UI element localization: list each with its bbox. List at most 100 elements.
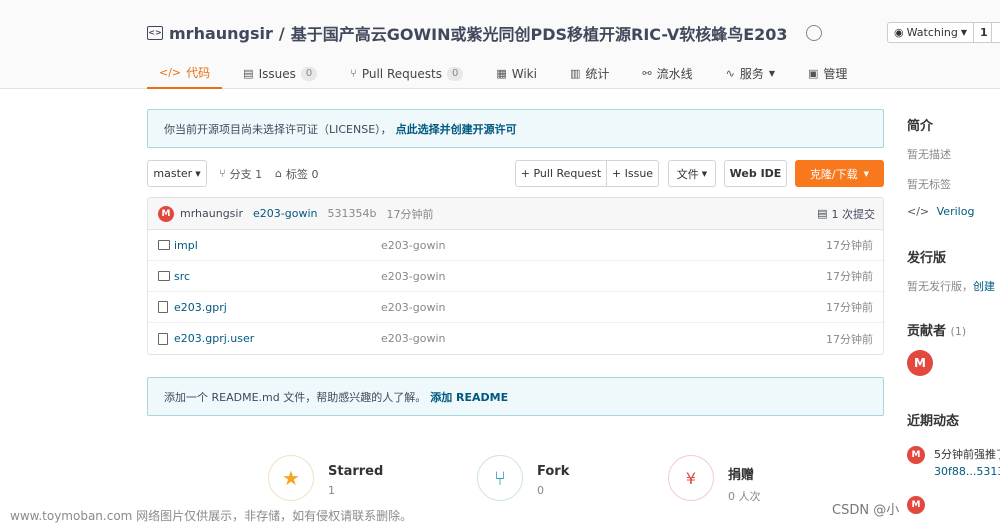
tab-service[interactable]: ∿ 服务 ▼ bbox=[726, 58, 775, 89]
intro-title: 简介 bbox=[907, 119, 934, 134]
chevron-down-icon: ▼ bbox=[768, 69, 775, 78]
file-name[interactable]: e203.gprj bbox=[174, 301, 227, 314]
web-ide-label: Web IDE bbox=[729, 167, 782, 180]
file-time: 17分钟前 bbox=[826, 301, 873, 314]
donate-icon: ¥ bbox=[668, 455, 714, 501]
branch-select[interactable]: master ▼ bbox=[147, 160, 207, 187]
watch-button[interactable]: ◉ Watching ▼ 1 bbox=[887, 22, 995, 43]
tags-link[interactable]: ⌂ 标签 0 bbox=[275, 160, 318, 187]
contributors-label: 贡献者 bbox=[907, 324, 947, 339]
star-button[interactable] bbox=[991, 22, 1000, 43]
file-name[interactable]: src bbox=[174, 270, 190, 283]
tab-pull-requests[interactable]: ⑂ Pull Requests 0 bbox=[350, 58, 464, 89]
file-name[interactable]: impl bbox=[174, 239, 198, 252]
table-row[interactable]: impl e203-gowin 17分钟前 bbox=[148, 230, 883, 261]
branches-count: 分支 1 bbox=[229, 167, 263, 181]
file-name[interactable]: e203.gprj.user bbox=[174, 332, 254, 345]
tab-label: 流水线 bbox=[656, 67, 693, 81]
tab-wiki[interactable]: ▦ Wiki bbox=[496, 58, 537, 89]
tag-icon: ⌂ bbox=[275, 167, 282, 180]
file-time: 17分钟前 bbox=[826, 270, 873, 283]
no-tags-text: 暂无标签 bbox=[907, 178, 951, 191]
code-icon: </> bbox=[907, 205, 930, 218]
tab-label: 统计 bbox=[585, 67, 610, 81]
fork-stat[interactable]: ⑂ Fork 0 bbox=[477, 455, 569, 501]
repo-title: <> mrhaungsir / 基于国产高云GOWIN或紫光同创PDS移植开源R… bbox=[147, 21, 822, 45]
tab-label: 服务 bbox=[739, 67, 764, 81]
repo-name-link[interactable]: 基于国产高云GOWIN或紫光同创PDS移植开源RIC-V软核蜂鸟E203 bbox=[291, 21, 788, 45]
pipeline-icon: ⚯ bbox=[642, 67, 652, 80]
commits-count: 1 次提交 bbox=[831, 207, 876, 221]
tab-label: Issues bbox=[258, 66, 296, 81]
repo-owner-link[interactable]: mrhaungsir bbox=[169, 24, 273, 43]
repo-tabs: </> 代码 ▤ Issues 0 ⑂ Pull Requests 0 ▦ Wi… bbox=[147, 58, 880, 89]
tab-issues[interactable]: ▤ Issues 0 bbox=[243, 58, 318, 89]
file-commit-message[interactable]: e203-gowin bbox=[381, 270, 445, 283]
tab-stats[interactable]: ▥ 统计 bbox=[570, 58, 609, 89]
avatar[interactable]: M bbox=[907, 446, 925, 464]
commit-author[interactable]: mrhaungsir bbox=[180, 207, 243, 220]
table-row[interactable]: e203.gprj.user e203-gowin 17分钟前 bbox=[148, 323, 883, 354]
file-icon bbox=[158, 301, 168, 313]
repo-stats: ★ Starred 1 ⑂ Fork 0 ¥ 捐赠 0 人次 bbox=[268, 455, 808, 505]
create-release-link[interactable]: 创建 bbox=[973, 280, 995, 293]
donate-stat[interactable]: ¥ 捐赠 0 人次 bbox=[668, 455, 761, 504]
avatar[interactable]: M bbox=[158, 205, 174, 222]
fork-label: Fork bbox=[537, 464, 570, 479]
watch-label: Watching bbox=[906, 26, 958, 39]
star-icon: ★ bbox=[268, 455, 314, 501]
license-notice: 你当前开源项目尚未选择许可证（LICENSE）， 点此选择并创建开源许可 bbox=[147, 109, 884, 148]
issues-count-badge: 0 bbox=[300, 66, 318, 81]
table-row[interactable]: src e203-gowin 17分钟前 bbox=[148, 261, 883, 292]
branches-link[interactable]: ⑂ 分支 1 bbox=[219, 160, 262, 187]
create-license-link[interactable]: 点此选择并创建开源许可 bbox=[396, 121, 517, 137]
new-issue-button[interactable]: + Issue bbox=[606, 160, 659, 187]
issues-icon: ▤ bbox=[243, 67, 254, 80]
recommend-badge-icon bbox=[805, 25, 822, 41]
avatar[interactable]: M bbox=[907, 350, 933, 376]
new-pull-request-button[interactable]: + Pull Request bbox=[515, 160, 607, 187]
file-icon bbox=[158, 332, 168, 345]
chevron-down-icon: ▼ bbox=[960, 28, 968, 37]
repo-header: <> mrhaungsir / 基于国产高云GOWIN或紫光同创PDS移植开源R… bbox=[0, 0, 1000, 89]
commit-hash[interactable]: 531354b bbox=[327, 207, 376, 220]
file-commit-message[interactable]: e203-gowin bbox=[381, 332, 445, 345]
folder-icon bbox=[158, 240, 170, 250]
file-commit-message[interactable]: e203-gowin bbox=[381, 301, 445, 314]
table-row[interactable]: e203.gprj e203-gowin 17分钟前 bbox=[148, 292, 883, 323]
pull-request-icon: ⑂ bbox=[350, 67, 357, 80]
starred-stat[interactable]: ★ Starred 1 bbox=[268, 455, 383, 501]
pr-count-badge: 0 bbox=[446, 66, 464, 81]
watermark-right: CSDN @小 bbox=[832, 503, 900, 518]
tab-label: Wiki bbox=[511, 66, 537, 81]
repo-icon: <> bbox=[147, 26, 163, 40]
clone-download-button[interactable]: 克隆/下载 ▼ bbox=[795, 160, 884, 187]
tab-code[interactable]: </> 代码 bbox=[147, 58, 223, 89]
readme-notice-text: 添加一个 README.md 文件，帮助感兴趣的人了解。 bbox=[164, 390, 427, 404]
tab-manage[interactable]: ▣ 管理 bbox=[808, 58, 847, 89]
avatar[interactable]: M bbox=[907, 496, 925, 514]
file-menu-button[interactable]: 文件 ▼ bbox=[668, 160, 716, 187]
folder-icon bbox=[158, 271, 170, 281]
tab-pipeline[interactable]: ⚯ 流水线 bbox=[642, 58, 692, 89]
service-icon: ∿ bbox=[725, 67, 735, 80]
latest-commit-row: M mrhaungsir e203-gowin 531354b 17分钟前 ▤ … bbox=[148, 198, 883, 230]
contributors-count: (1) bbox=[950, 325, 967, 338]
stats-icon: ▥ bbox=[569, 67, 581, 80]
no-description-text: 暂无描述 bbox=[907, 148, 951, 161]
activity-hash-link[interactable]: 30f88...53135 bbox=[934, 465, 1000, 478]
release-info: 暂无发行版，创建 bbox=[907, 278, 995, 294]
language-link[interactable]: </> Verilog bbox=[907, 205, 974, 218]
file-menu-label: 文件 bbox=[676, 167, 699, 181]
branch-name: master bbox=[153, 167, 193, 180]
wiki-icon: ▦ bbox=[496, 67, 507, 80]
watermark-left: www.toymoban.com 网络图片仅供展示，非存储，如有侵权请联系删除。 bbox=[10, 509, 413, 523]
file-commit-message[interactable]: e203-gowin bbox=[381, 239, 445, 252]
add-readme-link[interactable]: 添加 README bbox=[430, 389, 508, 405]
commits-link[interactable]: ▤ 1 次提交 bbox=[817, 206, 875, 222]
commit-message[interactable]: e203-gowin bbox=[253, 207, 317, 220]
chevron-down-icon: ▼ bbox=[195, 169, 201, 178]
commit-time: 17分钟前 bbox=[386, 207, 434, 221]
web-ide-button[interactable]: Web IDE bbox=[724, 160, 787, 187]
release-title: 发行版 bbox=[907, 251, 947, 266]
